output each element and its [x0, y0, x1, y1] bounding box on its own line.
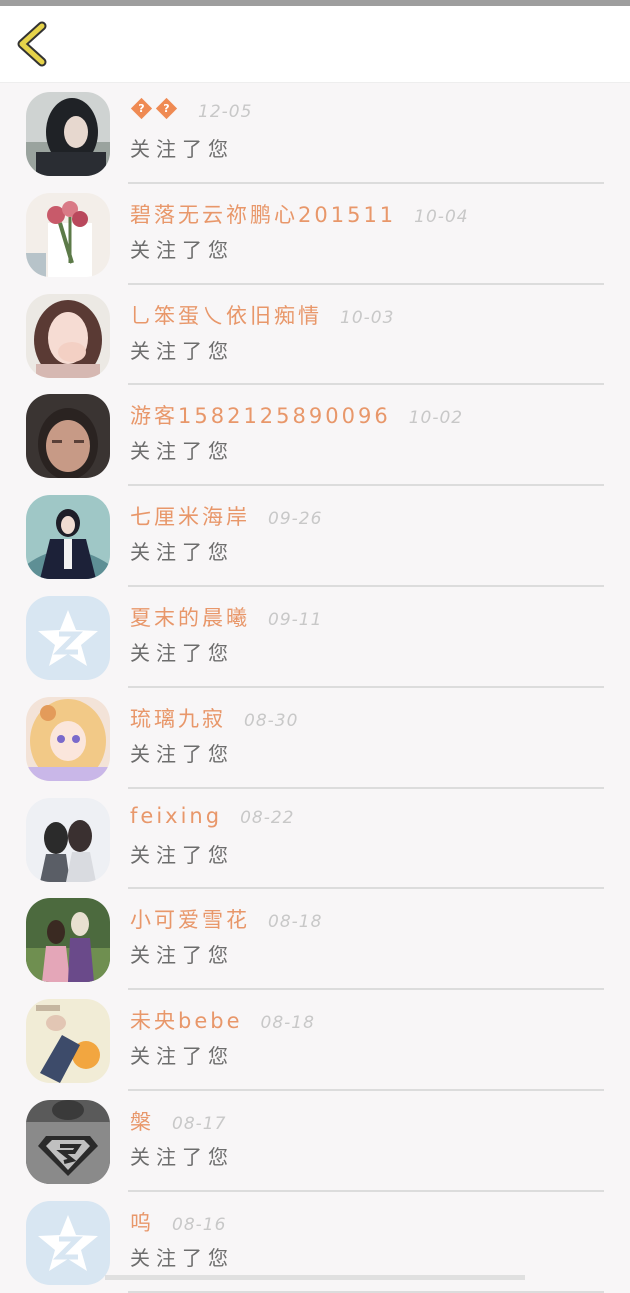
follower-info: 游客1582125890096 10-02 关注了您: [128, 385, 604, 487]
follow-date: 08-18: [268, 912, 323, 933]
avatar[interactable]: [26, 1200, 110, 1285]
follower-info: 夏末的晨曦 09-11 关注了您: [128, 587, 604, 688]
list-item[interactable]: 琉璃九寂 08-30 关注了您: [0, 688, 630, 789]
list-item[interactable]: 槃 08-17 关注了您: [0, 1091, 630, 1192]
follower-info: feixing 08-22 关注了您: [128, 789, 604, 890]
follow-action-text: 关注了您: [130, 1245, 234, 1270]
avatar[interactable]: [26, 495, 110, 580]
follow-action-text: 关注了您: [130, 943, 234, 968]
follower-name: feixing: [130, 803, 223, 828]
follower-name: 槃: [130, 1109, 154, 1134]
avatar[interactable]: [26, 595, 110, 680]
top-bar: [0, 6, 630, 83]
follower-info: ?? 12-05 关注了您: [128, 83, 604, 184]
follower-name: 乚笨蛋乀依旧痴情: [130, 303, 322, 328]
avatar[interactable]: [26, 898, 110, 983]
unknown-char-icon: ?: [130, 97, 153, 119]
follow-date: 09-11: [268, 609, 323, 630]
follow-action-text: 关注了您: [130, 1144, 234, 1169]
follow-action-text: 关注了您: [130, 540, 234, 565]
follower-info: 槃 08-17 关注了您: [128, 1091, 604, 1192]
follower-name: 碧落无云祢鹏心201511: [130, 202, 397, 227]
follower-info: 七厘米海岸 09-26 关注了您: [128, 486, 604, 587]
list-item[interactable]: 未央bebe 08-18 关注了您: [0, 990, 630, 1091]
list-item[interactable]: 七厘米海岸 09-26 关注了您: [0, 486, 630, 587]
follow-action-text: 关注了您: [130, 237, 234, 262]
follow-date: 12-05: [198, 102, 253, 122]
follower-name: ??: [130, 97, 180, 122]
follow-date: 08-30: [244, 710, 299, 731]
list-item[interactable]: feixing 08-22 关注了您: [0, 789, 630, 890]
follow-date: 08-18: [260, 1013, 315, 1034]
avatar[interactable]: [26, 999, 110, 1084]
follower-info: 乚笨蛋乀依旧痴情 10-03 关注了您: [128, 285, 604, 386]
follow-action-text: 关注了您: [130, 640, 234, 665]
follower-name: 小可爱雪花: [130, 908, 250, 933]
avatar[interactable]: [26, 293, 110, 378]
follow-action-text: 关注了您: [130, 137, 234, 161]
follower-name: 七厘米海岸: [130, 505, 250, 530]
follow-date: 08-16: [172, 1214, 227, 1235]
list-item[interactable]: ?? 12-05 关注了您: [0, 83, 630, 184]
avatar[interactable]: [26, 394, 110, 479]
follower-info: 琉璃九寂 08-30 关注了您: [128, 688, 604, 789]
follow-action-text: 关注了您: [130, 439, 234, 464]
back-button[interactable]: [12, 20, 56, 68]
follow-date: 10-02: [408, 408, 464, 429]
follow-date: 10-04: [414, 206, 469, 227]
list-item[interactable]: 乚笨蛋乀依旧痴情 10-03 关注了您: [0, 285, 630, 386]
follower-name: 琉璃九寂: [130, 706, 226, 731]
avatar[interactable]: [26, 192, 110, 277]
follow-date: 10-03: [340, 307, 395, 328]
follower-name: 夏末的晨曦: [130, 605, 250, 630]
scroll-indicator: [105, 1275, 525, 1280]
follow-date: 08-17: [172, 1113, 227, 1134]
unknown-char-icon: ?: [155, 97, 178, 119]
qq-star-icon: [26, 1200, 110, 1285]
avatar[interactable]: [26, 92, 110, 176]
follow-date: 09-26: [268, 509, 323, 530]
follower-info: 小可爱雪花 08-18 关注了您: [128, 889, 604, 991]
chevron-left-icon: [17, 21, 47, 67]
follow-action-text: 关注了您: [130, 741, 234, 766]
follower-info: 碧落无云祢鹏心201511 10-04 关注了您: [128, 184, 604, 285]
follower-name: 游客1582125890096: [130, 404, 391, 429]
follow-action-text: 关注了您: [130, 338, 234, 363]
list-item[interactable]: 碧落无云祢鹏心201511 10-04 关注了您: [0, 184, 630, 285]
follower-list: ?? 12-05 关注了您 碧落无云祢鹏心201511 10-04 关注了您 乚笨蛋…: [0, 83, 630, 1293]
follower-info: 未央bebe 08-18 关注了您: [128, 990, 604, 1091]
list-item[interactable]: 游客1582125890096 10-02 关注了您: [0, 385, 630, 487]
follower-name: 未央bebe: [130, 1009, 243, 1034]
follow-action-text: 关注了您: [130, 842, 234, 867]
list-item[interactable]: 小可爱雪花 08-18 关注了您: [0, 889, 630, 991]
avatar[interactable]: [26, 696, 110, 781]
qq-star-icon: [26, 595, 110, 680]
follow-date: 08-22: [240, 807, 295, 828]
follower-name: 呜: [130, 1210, 154, 1235]
list-item[interactable]: 夏末的晨曦 09-11 关注了您: [0, 587, 630, 688]
follow-action-text: 关注了您: [130, 1044, 234, 1069]
avatar[interactable]: [26, 1099, 110, 1184]
avatar[interactable]: [26, 797, 110, 882]
